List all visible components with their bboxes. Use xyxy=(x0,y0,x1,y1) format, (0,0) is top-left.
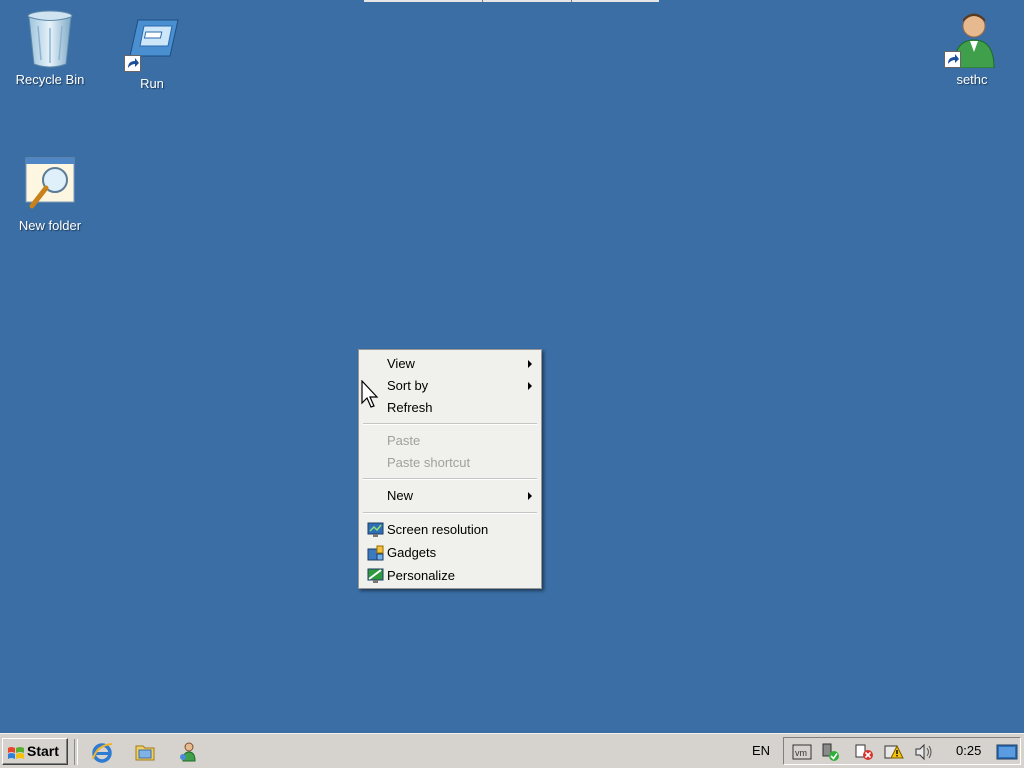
shortcut-arrow-icon xyxy=(124,55,141,72)
menu-item-sort-by[interactable]: Sort by xyxy=(361,375,539,397)
language-indicator[interactable]: EN xyxy=(752,743,770,758)
gadgets-icon xyxy=(367,545,384,561)
safely-remove-icon[interactable] xyxy=(820,743,840,761)
network-disconnected-icon[interactable] xyxy=(854,743,874,761)
explorer-folder-icon[interactable] xyxy=(134,741,156,763)
submenu-arrow-icon xyxy=(528,492,532,500)
menu-item-screen-resolution[interactable]: Screen resolution xyxy=(361,519,539,541)
show-desktop-icon[interactable] xyxy=(996,743,1018,761)
desktop-icon-label: New folder xyxy=(18,218,82,233)
menu-separator xyxy=(363,478,537,480)
desktop-context-menu: View Sort by Refresh Paste Paste shortcu… xyxy=(358,349,542,589)
desktop-icon-recycle-bin[interactable]: Recycle Bin xyxy=(5,8,95,88)
menu-item-refresh[interactable]: Refresh xyxy=(361,397,539,419)
start-button[interactable]: Start xyxy=(2,738,68,765)
desktop[interactable]: Recycle Bin Run sethc New folder View So… xyxy=(0,0,1024,733)
menu-separator xyxy=(363,512,537,514)
menu-item-label: New xyxy=(387,488,414,503)
desktop-icon-label: Recycle Bin xyxy=(15,72,85,87)
desktop-icon-sethc[interactable]: sethc xyxy=(927,8,1017,88)
desktop-icon-label: Run xyxy=(140,76,164,91)
menu-item-view[interactable]: View xyxy=(361,353,539,375)
search-folder-icon xyxy=(22,154,78,214)
menu-item-label: View xyxy=(387,356,415,371)
menu-item-new[interactable]: New xyxy=(361,485,539,507)
run-shortcut-icon xyxy=(124,12,180,72)
desktop-icon-label: sethc xyxy=(956,72,988,87)
display-icon xyxy=(367,522,384,538)
personalize-icon xyxy=(367,568,384,584)
submenu-arrow-icon xyxy=(528,382,532,390)
menu-item-label: Paste shortcut xyxy=(387,455,471,470)
clock[interactable]: 0:25 xyxy=(956,743,981,758)
vmware-tools-icon[interactable]: vm xyxy=(792,743,812,761)
internet-explorer-icon[interactable] xyxy=(91,741,113,763)
volume-icon[interactable] xyxy=(914,743,934,761)
menu-item-label: Paste xyxy=(387,433,421,448)
taskbar: Start EN vm 0:25 xyxy=(0,733,1024,768)
quick-launch-separator xyxy=(74,739,78,765)
shortcut-arrow-icon xyxy=(944,51,961,68)
desktop-icon-new-folder[interactable]: New folder xyxy=(5,154,95,234)
menu-item-label: Screen resolution xyxy=(387,522,489,537)
svg-text:vm: vm xyxy=(795,748,807,758)
menu-item-personalize[interactable]: Personalize xyxy=(361,565,539,587)
system-tray: vm 0:25 xyxy=(783,737,1021,765)
mouse-pointer-icon xyxy=(361,379,381,410)
menu-item-label: Gadgets xyxy=(387,545,437,560)
users-icon[interactable] xyxy=(177,741,199,763)
submenu-arrow-icon xyxy=(528,360,532,368)
start-label: Start xyxy=(27,743,59,759)
menu-item-label: Sort by xyxy=(387,378,429,393)
desktop-icon-run[interactable]: Run xyxy=(107,12,197,92)
recycle-bin-icon xyxy=(22,8,78,68)
menu-item-label: Refresh xyxy=(387,400,433,415)
action-center-warning-icon[interactable] xyxy=(884,743,904,761)
menu-item-paste: Paste xyxy=(361,430,539,452)
menu-separator xyxy=(363,423,537,425)
menu-item-gadgets[interactable]: Gadgets xyxy=(361,542,539,564)
menu-item-label: Personalize xyxy=(387,568,455,583)
top-edge-strip xyxy=(364,0,659,2)
windows-flag-icon xyxy=(7,744,25,759)
user-shortcut-icon xyxy=(944,8,1000,69)
menu-item-paste-shortcut: Paste shortcut xyxy=(361,452,539,474)
